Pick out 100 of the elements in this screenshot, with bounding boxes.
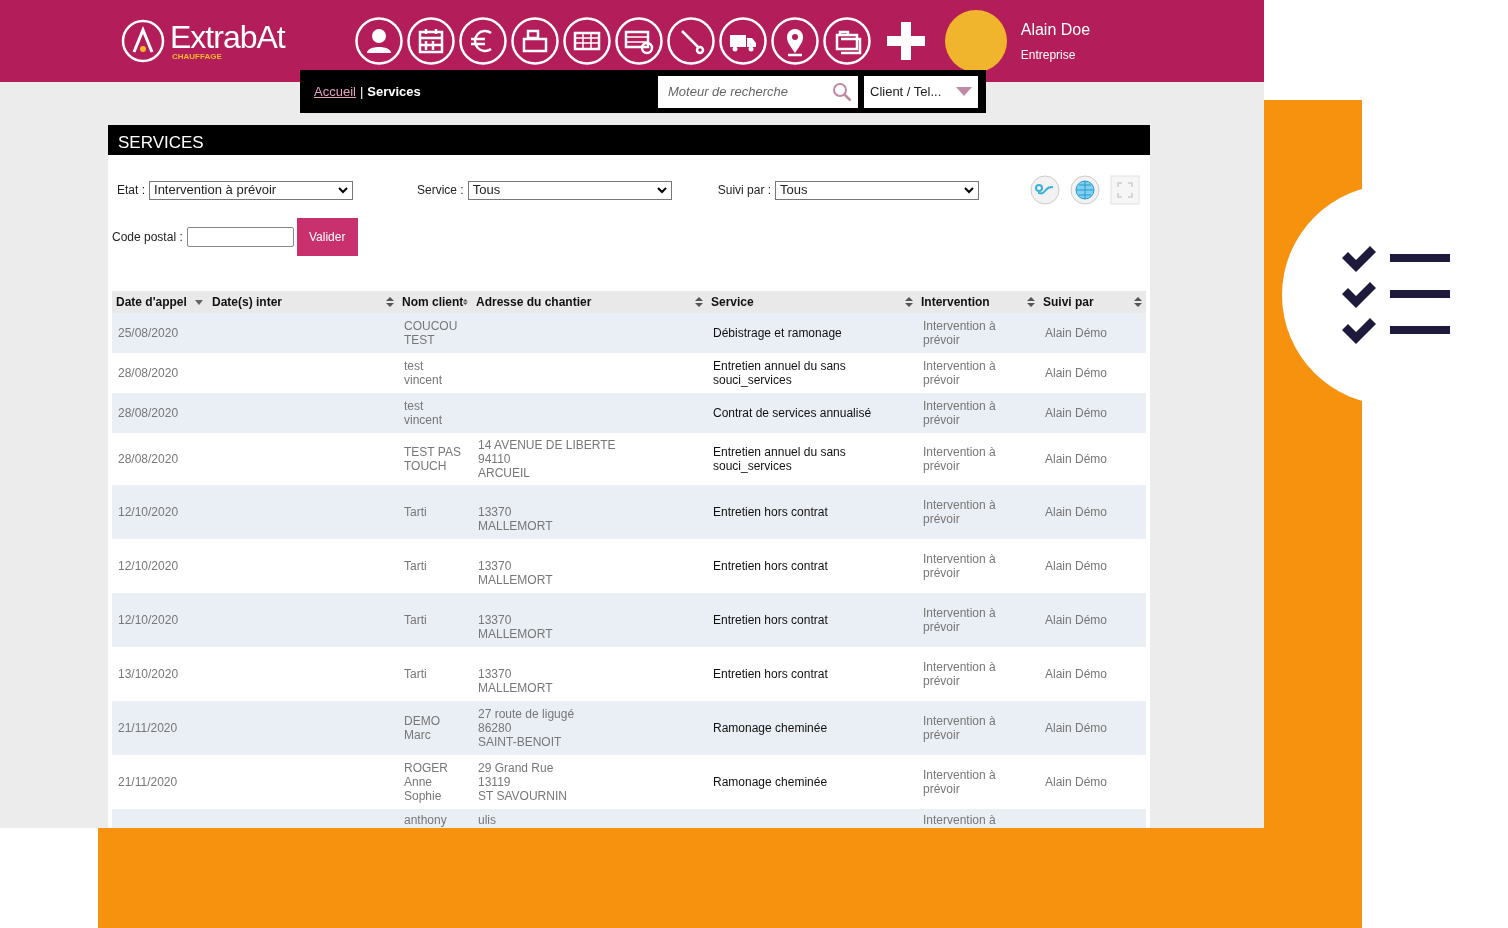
client-cell: test vincent <box>404 359 443 387</box>
search-icon[interactable] <box>832 81 852 102</box>
chevron-down-icon <box>656 186 667 194</box>
sort-icon[interactable] <box>695 297 703 307</box>
assignee-cell: Alain Démo <box>1045 559 1108 573</box>
column-header[interactable]: Adresse du chantier <box>476 293 592 311</box>
status-cell: Intervention à prévoir <box>923 399 996 427</box>
user-name: Alain Doe <box>1020 20 1091 40</box>
service-cell: Entretien hors contrat <box>713 613 828 627</box>
logo[interactable]: ExtrabAt CHAUFFAGE <box>120 18 285 64</box>
globe-icon[interactable] <box>1070 175 1100 205</box>
status-cell: Intervention à prévoir <box>923 359 996 387</box>
date-cell: 12/10/2020 <box>118 505 179 519</box>
assignee-cell: Alain Démo <box>1045 667 1108 681</box>
date-cell: 25/08/2020 <box>118 326 179 340</box>
date-cell: 28/08/2020 <box>118 406 179 420</box>
service-cell: Entretien hors contrat <box>713 667 828 681</box>
assignee-cell: Alain Démo <box>1045 505 1108 519</box>
status-cell: Intervention à prévoir <box>923 606 996 634</box>
client-cell: COUCOU TEST <box>404 319 458 347</box>
date-cell: 13/10/2020 <box>118 667 179 681</box>
address-cell-text: 13370 MALLEMORT <box>478 558 553 587</box>
breadcrumb-current: Services <box>367 82 421 101</box>
service-cell: Débistrage et ramonage <box>713 326 842 340</box>
service-cell: Contrat de services annualisé <box>713 406 872 420</box>
status-cell: Intervention à prévoir <box>923 319 996 347</box>
assignee-cell: Alain Démo <box>1045 326 1108 340</box>
column-header[interactable]: Date(s) inter <box>212 293 282 311</box>
checklist-icon <box>1342 246 1450 346</box>
assignee-cell: Alain Démo <box>1045 775 1108 789</box>
filter-select[interactable]: Tous <box>775 180 980 200</box>
status-cell: Intervention à prévoir <box>923 660 996 688</box>
column-header[interactable]: Intervention <box>921 293 990 311</box>
service-cell: Entretien hors contrat <box>713 559 828 573</box>
table-icon[interactable] <box>562 17 611 65</box>
address-cell: 14 AVENUE DE LIBERTE 94110 ARCUEIL <box>478 438 616 480</box>
filter-label: Service : <box>417 182 464 199</box>
status-cell: Intervention à prévoir <box>923 498 996 526</box>
truck-icon[interactable] <box>718 17 767 65</box>
date-cell: 28/08/2020 <box>118 452 179 466</box>
map-pin-icon[interactable] <box>770 17 819 65</box>
euro-icon[interactable] <box>458 17 507 65</box>
caret-icon <box>956 87 972 96</box>
address-cell-text: 13370 MALLEMORT <box>478 612 553 641</box>
sort-desc-icon[interactable] <box>194 299 203 305</box>
filter-select[interactable]: Tous <box>467 180 672 200</box>
service-cell: Entretien annuel du sans souci_services <box>713 445 846 473</box>
client-cell: anthony <box>404 813 447 827</box>
service-cell: Entretien hors contrat <box>713 505 828 519</box>
address-cell: 27 route de ligugé 86280 SAINT-BENOIT <box>478 707 575 749</box>
client-cell: Tarti <box>404 559 427 573</box>
date-cell: 12/10/2020 <box>118 613 179 627</box>
address-cell: 29 Grand Rue 13119 ST SAVOURNIN <box>478 761 567 803</box>
service-cell: Entretien annuel du sans souci_services <box>713 359 846 387</box>
sort-icon[interactable] <box>1027 297 1035 307</box>
address-cell-text: 13370 MALLEMORT <box>478 504 553 533</box>
client-cell: test vincent <box>404 399 443 427</box>
sort-icon[interactable] <box>1134 297 1142 307</box>
assignee-cell: Alain Démo <box>1045 406 1108 420</box>
column-header[interactable]: Nom client <box>402 293 464 311</box>
validate-button[interactable]: Valider <box>296 218 358 256</box>
breadcrumb-link[interactable]: Accueil <box>314 81 356 102</box>
sort-icon[interactable] <box>386 297 394 307</box>
status-cell: Intervention à <box>923 813 996 827</box>
postal-code-field[interactable] <box>186 227 294 247</box>
assignee-cell: Alain Démo <box>1045 452 1108 466</box>
search-field[interactable]: Moteur de recherche <box>658 75 858 108</box>
status-cell: Intervention à prévoir <box>923 552 996 580</box>
calendar-icon[interactable] <box>406 17 455 65</box>
column-header[interactable]: Service <box>711 293 754 311</box>
folders-icon[interactable] <box>822 17 871 65</box>
service-cell: Ramonage cheminée <box>713 721 828 735</box>
breadcrumb-separator: | <box>359 82 364 101</box>
column-header[interactable]: Suivi par <box>1043 293 1094 311</box>
sort-icon[interactable] <box>463 297 468 307</box>
service-cell: Ramonage cheminée <box>713 775 828 789</box>
date-cell: 12/10/2020 <box>118 559 179 573</box>
plus-icon[interactable] <box>886 22 925 60</box>
search-scope-dropdown[interactable]: Client / Tel... <box>864 75 978 108</box>
address-cell: ulis <box>478 813 496 827</box>
status-cell: Intervention à prévoir <box>923 714 996 742</box>
column-header[interactable]: Date d'appel <box>116 293 187 311</box>
filter-label: Suivi par : <box>717 182 772 199</box>
sort-icon[interactable] <box>905 297 913 307</box>
date-cell: 21/11/2020 <box>118 775 178 789</box>
filter-select[interactable]: Intervention à prévoir <box>149 180 353 200</box>
client-cell: TEST PAS TOUCH <box>404 445 461 473</box>
address-cell-text: 13370 MALLEMORT <box>478 666 553 695</box>
panel-title: SERVICES <box>108 125 1150 155</box>
assignee-cell: Alain Démo <box>1045 721 1108 735</box>
table-clock-icon[interactable] <box>614 17 663 65</box>
person-icon[interactable] <box>354 17 403 65</box>
assignee-cell: Alain Démo <box>1045 613 1108 627</box>
filter-label: Etat : <box>117 182 145 199</box>
client-cell: ROGER Anne Sophie <box>404 761 448 803</box>
status-cell: Intervention à prévoir <box>923 445 996 473</box>
postal-code-label: Code postal : <box>112 229 183 246</box>
chevron-down-icon <box>338 186 348 194</box>
assignee-cell: Alain Démo <box>1045 366 1108 380</box>
client-cell: Tarti <box>404 505 427 519</box>
